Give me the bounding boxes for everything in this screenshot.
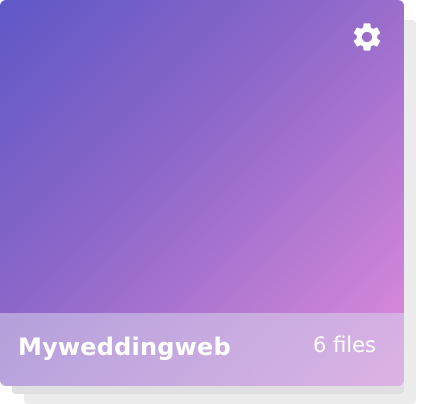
album-footer: Myweddingweb 6 files — [0, 313, 404, 386]
gear-icon — [353, 23, 381, 51]
album-cover — [0, 0, 404, 313]
album-card[interactable]: Myweddingweb 6 files — [0, 0, 404, 386]
album-title: Myweddingweb — [18, 333, 231, 361]
file-count: 6 files — [313, 333, 376, 357]
settings-button[interactable] — [348, 18, 386, 56]
